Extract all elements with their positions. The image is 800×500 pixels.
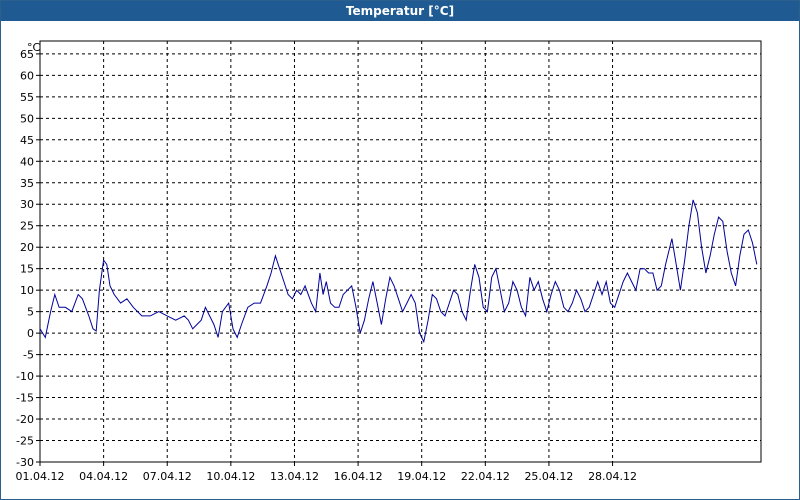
y-tick-label: 40 [20, 155, 34, 168]
window-title-bar: Temperatur [°C] [1, 1, 799, 21]
x-tick-label: 13.04.12 [270, 470, 319, 483]
y-tick-label: 25 [20, 220, 34, 233]
x-tick-label: 19.04.12 [397, 470, 446, 483]
x-tick-label: 04.04.12 [79, 470, 128, 483]
x-tick-label: 25.04.12 [524, 470, 573, 483]
y-tick-label: 55 [20, 91, 34, 104]
x-tick-label: 10.04.12 [206, 470, 255, 483]
y-tick-label: -5 [23, 349, 34, 362]
y-tick-label: 15 [20, 263, 34, 276]
y-tick-label: 20 [20, 241, 34, 254]
y-tick-label: 50 [20, 112, 34, 125]
x-tick-label: 16.04.12 [334, 470, 383, 483]
y-tick-label: -15 [16, 392, 34, 405]
y-tick-label: -10 [16, 370, 34, 383]
chart-window: Temperatur [°C] 65 60 55 50 45 40 35 30 25 20 15 10… [0, 0, 800, 500]
temperature-chart: 65605550454035302520151050-5-10-15-20-25… [16, 40, 762, 483]
y-tick-label: 0 [27, 327, 34, 340]
y-axis-unit-label: °C [27, 41, 41, 54]
y-tick-label: -20 [16, 413, 34, 426]
y-tick-label: 10 [20, 284, 34, 297]
y-tick-label: 35 [20, 177, 34, 190]
y-axis-ticks: 65605550454035302520151050-5-10-15-20-25… [16, 48, 40, 469]
y-tick-label: 60 [20, 69, 34, 82]
window-title: Temperatur [°C] [345, 4, 455, 18]
x-tick-label: 22.04.12 [461, 470, 510, 483]
x-tick-label: 07.04.12 [143, 470, 192, 483]
plot-area [39, 40, 762, 463]
y-tick-label: 5 [27, 306, 34, 319]
y-tick-label: -25 [16, 435, 34, 448]
x-axis-ticks: 01.04.12 04.04.12 07.04.12 10.04.12 13.04.12… [16, 462, 637, 483]
y-tick-label: 45 [20, 134, 34, 147]
x-tick-label: 28.04.12 [588, 470, 637, 483]
x-tick-label: 01.04.12 [16, 470, 65, 483]
y-tick-label: -30 [16, 456, 34, 469]
y-tick-label: 30 [20, 198, 34, 211]
